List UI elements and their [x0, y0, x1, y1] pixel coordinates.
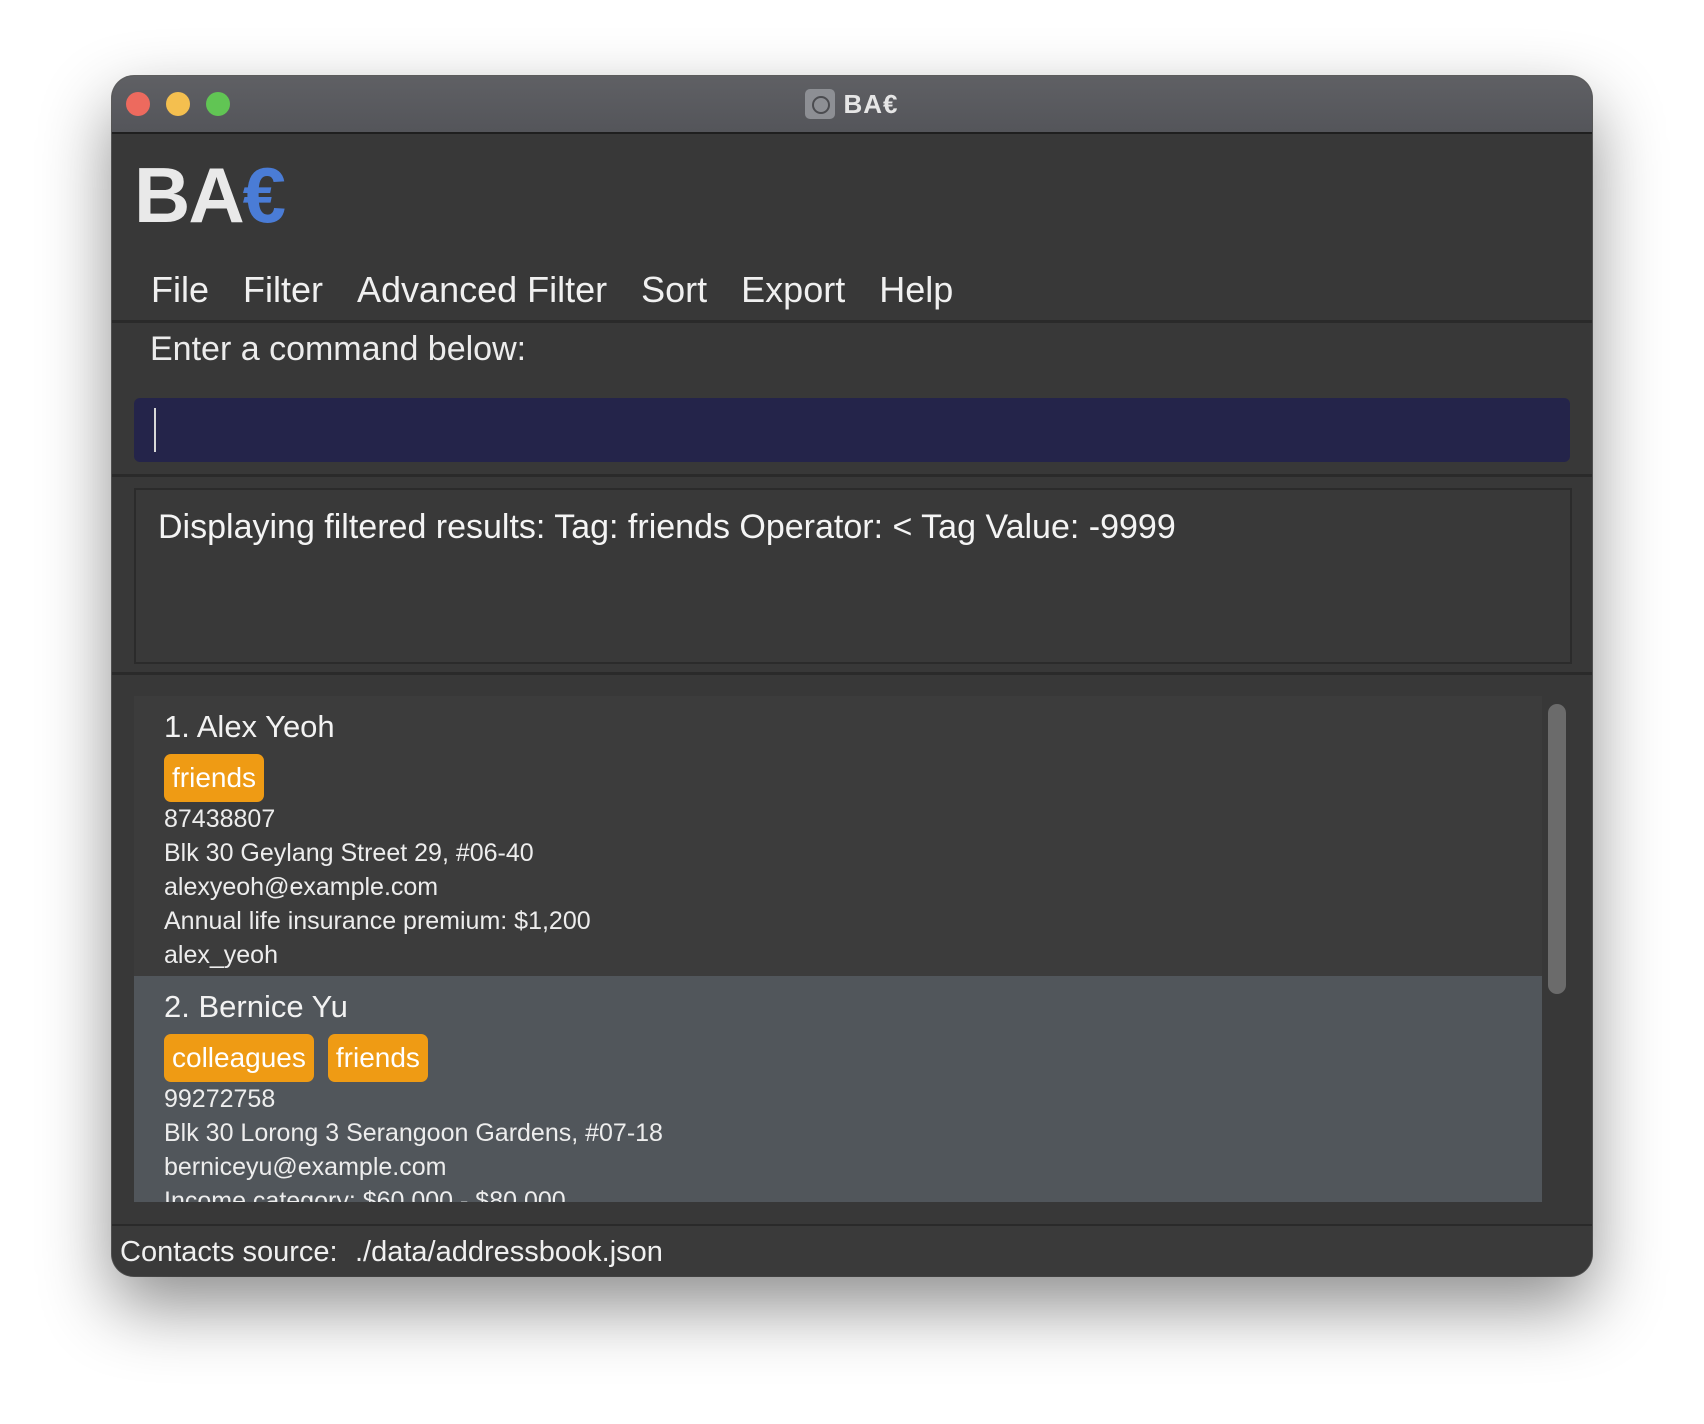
result-display: Displaying filtered results: Tag: friend…	[134, 488, 1572, 664]
person-name: 2. Bernice Yu	[164, 989, 348, 1024]
menu-advanced-filter[interactable]: Advanced Filter	[340, 262, 624, 318]
person-name: 1. Alex Yeoh	[164, 709, 335, 744]
logo-text: BA	[134, 151, 245, 239]
menu-divider	[112, 320, 1592, 323]
person-card[interactable]: 1. Alex Yeoh friends 87438807 Blk 30 Gey…	[134, 696, 1542, 976]
window-title-group: BA€	[112, 76, 1592, 132]
command-prompt-label: Enter a command below:	[150, 330, 527, 368]
list-scrollbar[interactable]	[1548, 704, 1566, 994]
person-email: berniceyu@example.com	[164, 1153, 447, 1181]
result-message: Displaying filtered results: Tag: friend…	[158, 508, 1176, 546]
menu-help[interactable]: Help	[862, 262, 970, 318]
euro-logo-icon: €	[242, 151, 286, 239]
person-phone: 87438807	[164, 805, 276, 833]
command-input[interactable]	[134, 398, 1570, 462]
person-phone: 99272758	[164, 1085, 276, 1113]
window-title: BA€	[843, 88, 899, 119]
person-address: Blk 30 Lorong 3 Serangoon Gardens, #07-1…	[164, 1119, 663, 1147]
tag-badge: friends	[327, 1034, 428, 1082]
menu-export[interactable]: Export	[724, 262, 862, 318]
person-address: Blk 30 Geylang Street 29, #06-40	[164, 839, 534, 867]
person-card[interactable]: 2. Bernice Yu colleagues friends 9927275…	[134, 976, 1542, 1202]
menu-file[interactable]: File	[134, 262, 226, 318]
status-source-label: Contacts source:	[120, 1236, 338, 1268]
person-handle: alex_yeoh	[164, 941, 278, 969]
person-detail: Income category: $60,000 - $80,000	[164, 1187, 566, 1202]
app-icon	[805, 89, 836, 119]
title-bar: BA€	[112, 76, 1592, 134]
person-email: alexyeoh@example.com	[164, 873, 439, 901]
tag-list: colleagues friends	[164, 1034, 1542, 1082]
person-detail: Annual life insurance premium: $1,200	[164, 907, 591, 935]
person-list[interactable]: 1. Alex Yeoh friends 87438807 Blk 30 Gey…	[134, 696, 1542, 1202]
status-source-path: ./data/addressbook.json	[355, 1236, 663, 1268]
status-bar: Contacts source: ./data/addressbook.json	[112, 1224, 1592, 1276]
tag-badge: friends	[164, 754, 265, 802]
command-divider	[112, 474, 1592, 477]
menu-filter[interactable]: Filter	[226, 262, 340, 318]
result-divider	[112, 672, 1592, 675]
menu-bar: File Filter Advanced Filter Sort Export …	[134, 262, 970, 318]
tag-badge: colleagues	[164, 1034, 314, 1082]
tag-list: friends	[164, 754, 1542, 802]
app-window: BA€ BA€ File Filter Advanced Filter Sort…	[112, 76, 1592, 1276]
text-caret	[154, 408, 156, 452]
app-logo: BA€	[134, 156, 286, 234]
menu-sort[interactable]: Sort	[624, 262, 724, 318]
